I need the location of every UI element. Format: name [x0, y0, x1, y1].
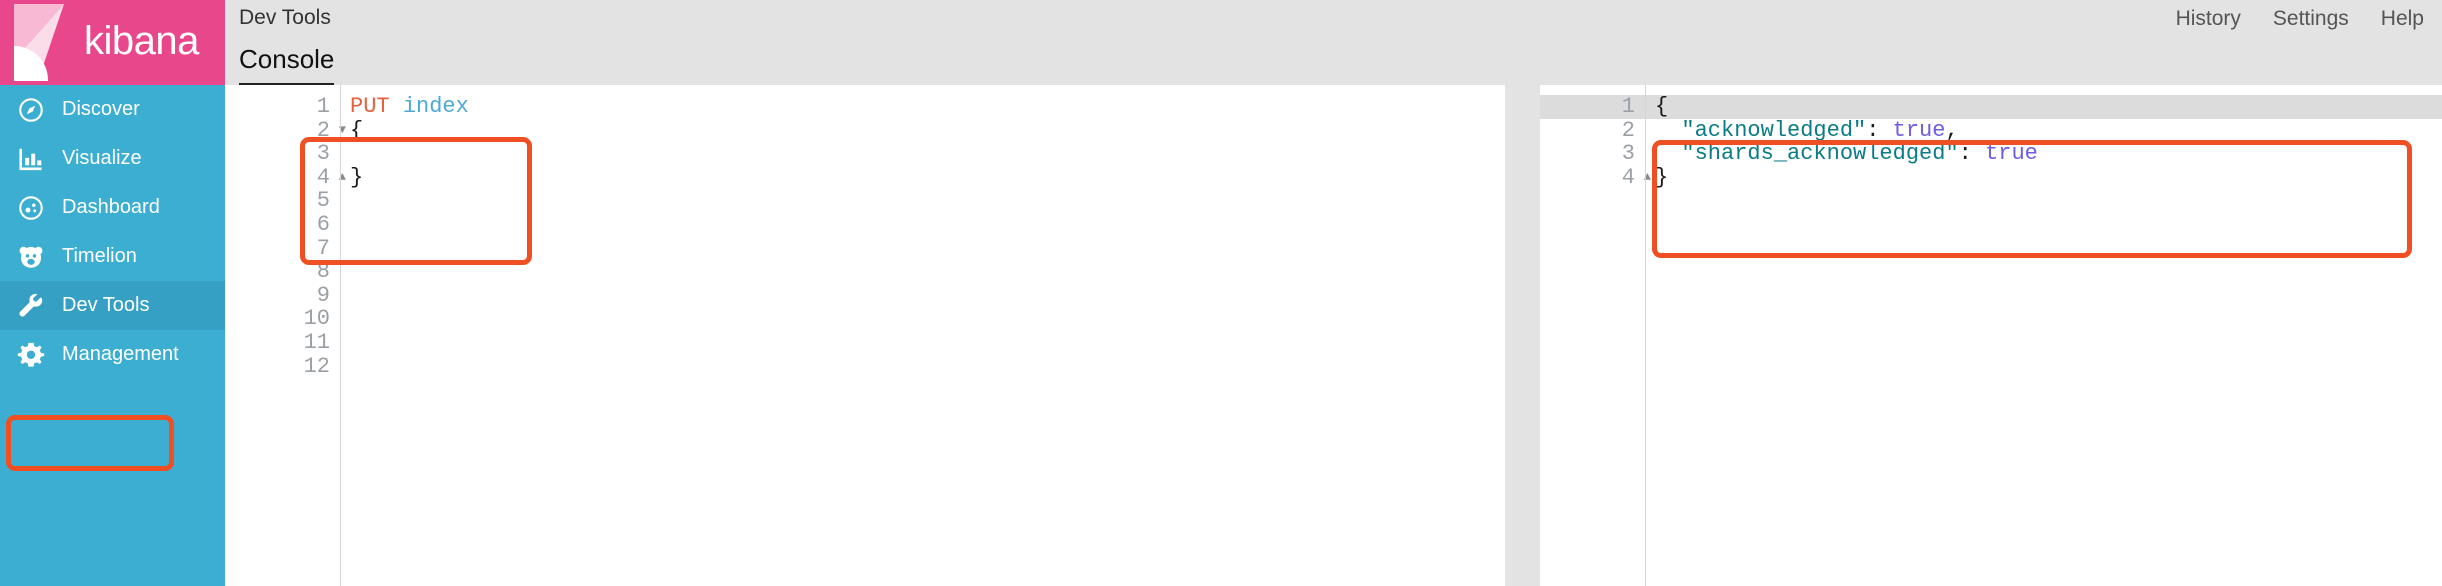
- page-title: Dev Tools: [239, 6, 331, 29]
- code-token-key: "shards_acknowledged": [1655, 141, 1959, 167]
- sidebar-item-label: Dev Tools: [62, 294, 150, 316]
- gear-icon: [14, 341, 48, 369]
- line-number: 4 ▲: [316, 164, 346, 190]
- code-token-key: "acknowledged": [1655, 117, 1867, 143]
- request-code-area[interactable]: PUT index{ }: [340, 85, 1505, 586]
- sidebar: kibana Discover Visualize Dashboard Time…: [0, 0, 225, 586]
- code-token-punct: :: [1958, 141, 1986, 167]
- code-token-punct: ,: [1945, 117, 1959, 143]
- code-token-punct: {: [350, 117, 364, 143]
- response-gutter: 1▼234▲: [1540, 85, 1661, 586]
- pane-splitter[interactable]: [1505, 85, 1540, 586]
- top-header: Dev Tools History Settings Help Console: [225, 0, 2442, 87]
- console-body: 12▼34▲56789101112 PUT index{ } 1▼234▲ { …: [225, 85, 2442, 586]
- header-link-help[interactable]: Help: [2381, 7, 2424, 31]
- line-number: 7: [316, 235, 330, 261]
- code-line: PUT index: [341, 95, 1505, 119]
- line-number: 2: [1621, 117, 1635, 143]
- request-gutter: 1 2 ▼ 3 4 ▲ 5 6 7 8 9 10 11 12: [225, 85, 346, 586]
- code-line: {: [1646, 95, 2442, 119]
- request-editor-pane[interactable]: 1 2 ▼ 3 4 ▲ 5 6 7 8 9 10 11 12 PUT index{ }: [225, 85, 1505, 586]
- line-number: 1▼: [1540, 95, 1661, 119]
- line-number: 9: [316, 282, 330, 308]
- code-line: }: [1646, 164, 2442, 190]
- line-number: 11: [303, 329, 330, 355]
- sidebar-item-visualize[interactable]: Visualize: [0, 134, 225, 183]
- sidebar-item-label: Visualize: [62, 147, 142, 169]
- line-number: 12: [303, 353, 330, 379]
- code-line: {: [341, 117, 1505, 143]
- sidebar-item-label: Discover: [62, 98, 140, 120]
- sidebar-item-dashboard[interactable]: Dashboard: [0, 183, 225, 232]
- code-token-url: index: [402, 94, 469, 119]
- code-line: "acknowledged": true,: [1646, 117, 2442, 143]
- sidebar-item-label: Management: [62, 343, 179, 365]
- sidebar-item-label: Dashboard: [62, 196, 160, 218]
- main-region: Dev Tools History Settings Help Console …: [225, 0, 2442, 586]
- dashboard-icon: [14, 194, 48, 222]
- sidebar-item-label: Timelion: [62, 245, 137, 267]
- code-token-method: PUT: [350, 94, 403, 119]
- line-number: 3: [1621, 141, 1635, 167]
- sidebar-item-timelion[interactable]: Timelion: [0, 232, 225, 281]
- response-viewer-pane[interactable]: 1▼234▲ { "acknowledged": true, "shards_a…: [1540, 85, 2442, 586]
- sidebar-nav: Discover Visualize Dashboard Timelion De…: [0, 85, 225, 379]
- tab-bar: Console: [239, 44, 335, 87]
- header-link-settings[interactable]: Settings: [2273, 7, 2349, 31]
- line-number: 5: [316, 188, 330, 214]
- header-links: History Settings Help: [2176, 7, 2424, 31]
- line-number: 3: [316, 141, 330, 167]
- code-token-punct: }: [350, 164, 364, 190]
- compass-icon: [14, 96, 48, 124]
- line-number: 8: [316, 259, 330, 285]
- tab-console[interactable]: Console: [239, 44, 335, 87]
- brand-logo[interactable]: kibana: [0, 0, 225, 85]
- code-token-bool: true: [1892, 117, 1946, 143]
- code-token-punct: :: [1866, 117, 1893, 143]
- code-line: "shards_acknowledged": true: [1646, 142, 2442, 166]
- line-number: 4 ▲: [1621, 164, 1651, 190]
- bear-icon: [14, 243, 48, 271]
- kibana-app: kibana Discover Visualize Dashboard Time…: [0, 0, 2442, 586]
- wrench-icon: [14, 292, 48, 320]
- kibana-logo-icon: [8, 0, 70, 85]
- code-line: }: [341, 164, 1505, 190]
- header-link-history[interactable]: History: [2176, 7, 2241, 31]
- sidebar-item-dev-tools[interactable]: Dev Tools: [0, 281, 225, 330]
- bar-chart-icon: [14, 145, 48, 173]
- line-number: 6: [316, 211, 330, 237]
- line-number: 10: [303, 306, 330, 332]
- line-number: 2 ▼: [316, 117, 346, 143]
- response-code-area[interactable]: { "acknowledged": true, "shards_acknowle…: [1645, 85, 2442, 586]
- sidebar-item-management[interactable]: Management: [0, 330, 225, 379]
- code-token-punct: {: [1655, 94, 1669, 119]
- line-number: 1: [316, 94, 330, 119]
- brand-name: kibana: [84, 18, 199, 63]
- code-token-punct: }: [1655, 164, 1669, 190]
- sidebar-item-discover[interactable]: Discover: [0, 85, 225, 134]
- code-token-bool: true: [1985, 141, 2038, 167]
